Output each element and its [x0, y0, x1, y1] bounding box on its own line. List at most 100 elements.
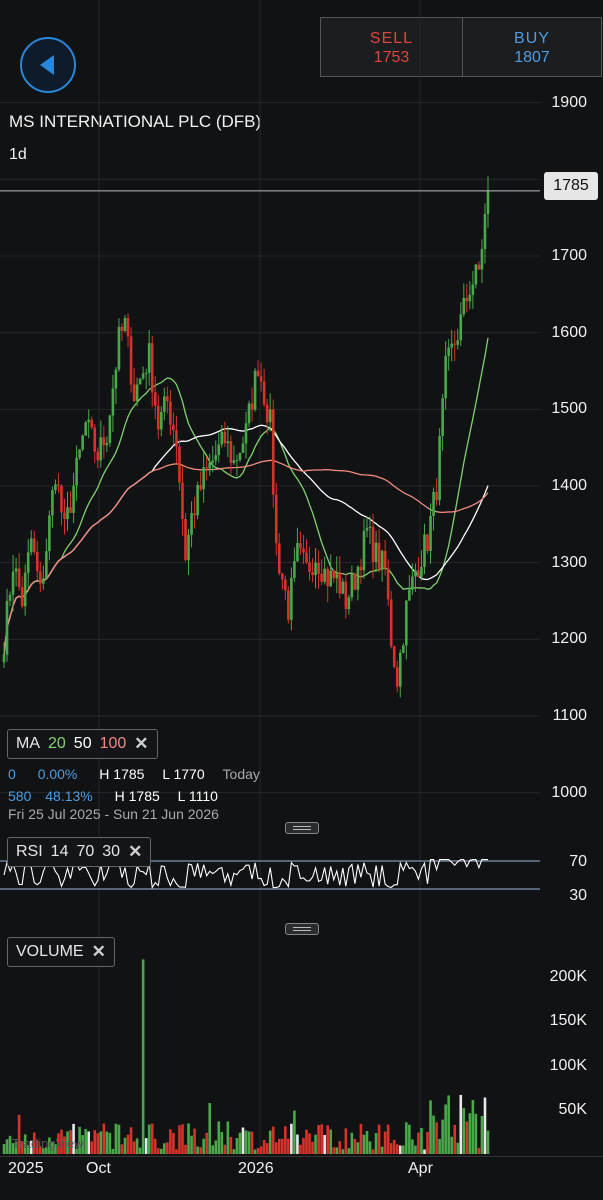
volume-bar	[296, 1134, 299, 1154]
ma-close-icon[interactable]: ✕	[134, 734, 148, 754]
candle-body	[268, 409, 272, 423]
rsi-period: 14	[50, 843, 69, 860]
candle-body	[344, 581, 348, 610]
volume-bar	[181, 1124, 184, 1154]
volume-bar	[193, 1128, 196, 1154]
x-axis-divider	[0, 1156, 603, 1157]
volume-bar	[229, 1136, 233, 1154]
volume-bar	[405, 1122, 408, 1154]
volume-bar	[362, 1134, 366, 1154]
volume-bar	[274, 1142, 278, 1154]
volume-bar	[302, 1137, 305, 1154]
candle-body	[483, 213, 487, 250]
candle-body	[156, 405, 160, 430]
candle-body	[217, 444, 221, 456]
candle-body	[35, 551, 39, 572]
candle-body	[172, 424, 175, 431]
volume-bar	[114, 1123, 118, 1154]
time-axis-label: 2026	[238, 1160, 274, 1177]
volume-bar	[483, 1097, 487, 1154]
candle-body	[247, 403, 251, 424]
volume-bar	[226, 1121, 230, 1154]
volume-bar	[166, 1142, 169, 1154]
volume-close-icon[interactable]: ✕	[92, 942, 106, 962]
volume-axis-label: 150K	[549, 1012, 587, 1030]
volume-bar	[365, 1130, 369, 1154]
volume-bar	[423, 1149, 426, 1154]
volume-bar	[398, 1145, 402, 1154]
rsi-close-icon[interactable]: ✕	[128, 842, 142, 862]
candle-body	[474, 264, 478, 285]
volume-bar	[323, 1135, 326, 1154]
volume-bar	[353, 1138, 357, 1154]
candles	[2, 176, 490, 698]
volume-bar	[392, 1139, 396, 1154]
volume-bar	[438, 1138, 441, 1154]
candle-body	[347, 597, 351, 610]
volume-bar	[93, 1130, 97, 1154]
candle-body	[220, 431, 224, 445]
volume-bar	[277, 1138, 281, 1154]
volume-bar	[480, 1115, 484, 1154]
volume-bar	[117, 1124, 121, 1154]
price-axis-label: 1200	[551, 630, 587, 648]
candle-body	[317, 562, 320, 574]
time-axis-label: 2025	[8, 1160, 44, 1177]
candle-body	[29, 538, 33, 553]
volume-bar	[238, 1132, 242, 1154]
price-chart-canvas[interactable]: TradingView	[0, 0, 603, 1200]
candle-body	[320, 573, 323, 582]
candle-body	[350, 573, 354, 598]
candle-body	[435, 491, 438, 501]
volume-bar	[211, 1145, 215, 1154]
candle-body	[17, 568, 21, 588]
volume-bar	[247, 1131, 251, 1154]
candle-body	[429, 516, 432, 551]
candle-body	[356, 566, 360, 590]
volume-bar	[205, 1132, 208, 1154]
volume-bar	[341, 1149, 345, 1154]
volume-bar	[389, 1143, 393, 1154]
candle-body	[323, 568, 326, 582]
volume-bar	[335, 1147, 339, 1154]
volume-bar	[371, 1149, 375, 1154]
volume-legend: VOLUME ✕	[7, 937, 115, 967]
candle-body	[420, 566, 423, 577]
volume-bar	[141, 959, 145, 1154]
volume-bar	[359, 1123, 363, 1154]
panel-resize-handle[interactable]	[285, 923, 319, 935]
volume-axis-label: 200K	[549, 968, 587, 986]
volume-bar	[8, 1135, 12, 1154]
volume-bar	[486, 1130, 490, 1154]
price-axis-label: 1700	[551, 247, 587, 264]
volume-bar	[368, 1141, 372, 1154]
candle-body	[408, 589, 411, 601]
panel-resize-handle[interactable]	[285, 822, 319, 834]
volume-bar	[96, 1133, 100, 1154]
candle-body	[147, 343, 151, 373]
chart-app: SELL 1753 BUY 1807 MS INTERNATIONAL PLC …	[0, 0, 603, 1200]
candle-body	[253, 370, 257, 410]
candle-body	[383, 550, 387, 569]
volume-bar	[202, 1138, 205, 1154]
candle-body	[371, 526, 375, 563]
info-pct-range: 48.13%	[45, 788, 93, 804]
volume-bar	[223, 1144, 227, 1154]
candle-body	[308, 562, 311, 573]
candle-body	[11, 571, 15, 595]
candle-body	[380, 550, 384, 570]
candle-body	[426, 534, 429, 551]
candle-body	[241, 443, 245, 453]
candle-body	[480, 249, 484, 270]
candle-body	[138, 378, 142, 385]
volume-bar	[311, 1141, 314, 1154]
candle-body	[163, 396, 166, 412]
info-row-today: 0 0.00% H 1785 L 1770 Today	[8, 766, 260, 782]
candle-body	[184, 518, 187, 561]
candle-body	[302, 548, 305, 553]
price-axis-label: 1600	[551, 323, 587, 341]
candle-body	[2, 654, 6, 663]
candle-body	[290, 577, 293, 620]
candle-body	[144, 372, 148, 374]
info-high-range: H 1785	[114, 788, 160, 804]
